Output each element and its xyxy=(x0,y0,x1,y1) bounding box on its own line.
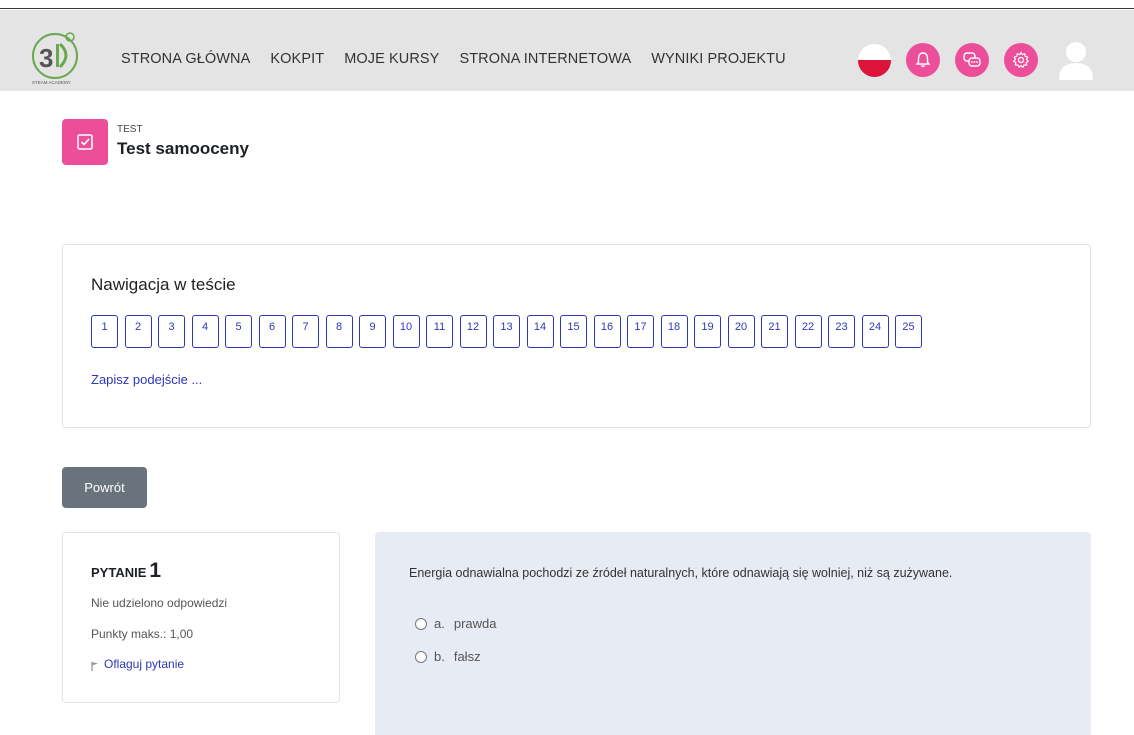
question-nav-button-15[interactable]: 15 xyxy=(560,315,587,348)
question-label-text: PYTANIE xyxy=(91,565,147,580)
question-nav-button-3[interactable]: 3 xyxy=(158,315,185,348)
flag-icon xyxy=(91,662,98,671)
quiz-navigation-card: Nawigacja w teście 1 2 3 4 5 6 7 8 9 10 11 12 13 14 15… xyxy=(62,244,1091,428)
question-nav-button-13[interactable]: 13 xyxy=(493,315,520,348)
steam-academy-logo[interactable]: 3 STEAM ACADEMY xyxy=(30,27,82,87)
main-menu: STRONA GŁÓWNA KOKPIT MOJE KURSY STRONA I… xyxy=(121,51,806,67)
question-nav-button-19[interactable]: 19 xyxy=(694,315,721,348)
question-nav-button-18[interactable]: 18 xyxy=(660,315,688,348)
nav-home[interactable]: STRONA GŁÓWNA xyxy=(121,51,250,67)
nav-project-results[interactable]: WYNIKI PROJEKTU xyxy=(651,51,785,67)
question-nav-button-4[interactable]: 4 xyxy=(191,315,219,348)
question-nav-button-17[interactable]: 17 xyxy=(627,315,654,348)
answer-label-b: fałsz xyxy=(453,649,481,664)
radio-button-a[interactable] xyxy=(415,617,427,630)
question-nav-button-16[interactable]: 16 xyxy=(593,315,621,348)
question-state: Nie udzielono odpowiedzi xyxy=(91,596,228,610)
nav-dashboard[interactable]: KOKPIT xyxy=(270,51,324,67)
quiz-navigation-title: Nawigacja w teście xyxy=(91,275,236,294)
page-title: Test samooceny xyxy=(117,139,249,158)
question-text: Energia odnawialna pochodzi ze źródeł na… xyxy=(409,566,953,580)
answer-letter-b: b. xyxy=(434,649,445,664)
question-nav-button-12[interactable]: 12 xyxy=(459,315,487,348)
question-nav-button-6[interactable]: 6 xyxy=(258,315,286,348)
question-info-card: PYTANIE 1 Nie udzielono odpowiedzi Punkty… xyxy=(62,532,340,703)
answer-label-a: prawda xyxy=(453,616,497,631)
settings-gear-icon[interactable] xyxy=(1004,43,1038,77)
window-top-edge xyxy=(0,0,1134,9)
question-nav-button-7[interactable]: 7 xyxy=(292,315,319,348)
question-nav-button-5[interactable]: 5 xyxy=(225,315,252,348)
answer-letter-a: a. xyxy=(434,616,445,631)
question-nav-button-10[interactable]: 10 xyxy=(392,315,420,348)
quiz-activity-icon xyxy=(62,119,108,165)
radio-button-b[interactable] xyxy=(415,650,427,663)
question-number: 1 xyxy=(149,559,162,582)
answer-option-a[interactable]: a. prawda xyxy=(415,616,496,631)
question-max-marks: Punkty maks.: 1,00 xyxy=(91,627,194,641)
top-navbar: 3 STEAM ACADEMY STRONA GŁÓWNA KOKPIT MOJ… xyxy=(0,10,1134,91)
question-nav-button-8[interactable]: 8 xyxy=(325,315,353,348)
save-attempt-link[interactable]: Zapisz podejście ... xyxy=(91,372,202,387)
notification-bell-icon[interactable] xyxy=(906,43,940,77)
answer-option-b[interactable]: b. fałsz xyxy=(415,649,481,664)
question-nav-button-25[interactable]: 25 xyxy=(895,315,922,348)
question-label: PYTANIE 1 xyxy=(91,559,161,583)
nav-my-courses[interactable]: MOJE KURSY xyxy=(344,51,439,67)
question-buttons: 1 2 3 4 5 6 7 8 9 10 11 12 13 14 15 16 17 18 19 20 21 22 23 24 2… xyxy=(91,315,929,348)
question-nav-button-22[interactable]: 22 xyxy=(794,315,822,348)
nav-website[interactable]: STRONA INTERNETOWA xyxy=(459,51,631,67)
messages-icon[interactable] xyxy=(955,43,989,77)
question-nav-button-2[interactable]: 2 xyxy=(124,315,152,348)
question-nav-button-14[interactable]: 14 xyxy=(526,315,554,348)
flag-question-link[interactable]: Oflaguj pytanie xyxy=(91,656,184,671)
question-nav-button-11[interactable]: 11 xyxy=(426,315,453,348)
question-nav-button-20[interactable]: 20 xyxy=(727,315,755,348)
back-button[interactable]: Powrót xyxy=(62,467,147,508)
question-content: Energia odnawialna pochodzi ze źródeł na… xyxy=(375,532,1091,735)
question-nav-button-1[interactable]: 1 xyxy=(91,315,118,348)
question-nav-button-23[interactable]: 23 xyxy=(828,315,855,348)
activity-type-label: TEST xyxy=(117,124,143,135)
svg-text:STEAM ACADEMY: STEAM ACADEMY xyxy=(32,80,71,85)
navbar-icons xyxy=(858,40,1095,80)
flag-question-label: Oflaguj pytanie xyxy=(104,656,185,671)
question-nav-button-9[interactable]: 9 xyxy=(359,315,386,348)
user-avatar-icon[interactable] xyxy=(1057,40,1095,80)
question-nav-button-24[interactable]: 24 xyxy=(861,315,889,348)
svg-text:3: 3 xyxy=(39,43,53,73)
question-nav-button-21[interactable]: 21 xyxy=(761,315,788,348)
flag-poland-icon[interactable] xyxy=(858,43,891,77)
